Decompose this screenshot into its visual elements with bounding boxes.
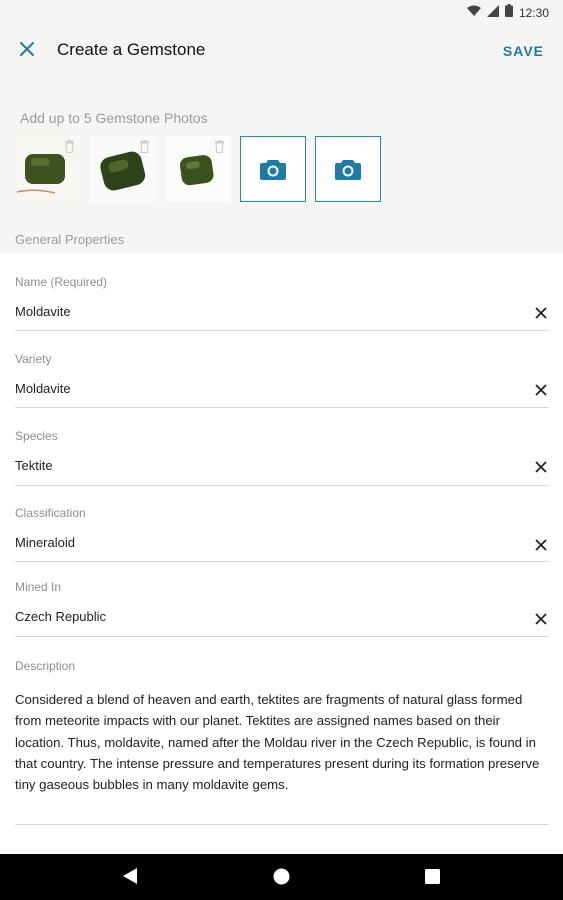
classification-field: Classification Mineraloid — [15, 486, 549, 562]
clear-name-button[interactable] — [533, 305, 549, 321]
back-icon[interactable] — [123, 868, 137, 889]
description-input[interactable]: Considered a blend of heaven and earth, … — [15, 689, 549, 795]
home-icon[interactable] — [273, 868, 290, 890]
close-icon — [535, 461, 547, 473]
photos-section: Add up to 5 Gemstone Photos General Prop… — [0, 76, 563, 254]
gemstone-form: Name (Required) Moldavite Variety Moldav… — [15, 254, 549, 825]
clear-species-button[interactable] — [533, 459, 549, 475]
mined-in-input[interactable]: Czech Republic — [15, 609, 106, 624]
gemstone-photo-3[interactable] — [165, 136, 231, 202]
section-heading-general-properties: General Properties — [15, 232, 125, 247]
recents-icon[interactable] — [425, 869, 440, 889]
trash-icon[interactable] — [139, 140, 150, 158]
camera-icon — [260, 159, 286, 180]
description-field-label: Description — [15, 659, 76, 673]
species-field-label: Species — [15, 429, 58, 443]
close-icon — [20, 42, 34, 56]
description-field: Description Considered a blend of heaven… — [15, 637, 549, 825]
battery-icon — [504, 4, 513, 22]
camera-icon — [335, 159, 361, 180]
classification-input[interactable]: Mineraloid — [15, 535, 75, 550]
close-icon — [535, 384, 547, 396]
close-icon — [535, 307, 547, 319]
mined-in-field: Mined In Czech Republic — [15, 562, 549, 637]
close-icon — [535, 613, 547, 625]
variety-field-label: Variety — [15, 352, 52, 366]
name-field-label: Name (Required) — [15, 275, 108, 289]
page-title: Create a Gemstone — [57, 40, 206, 59]
name-input[interactable]: Moldavite — [15, 304, 71, 319]
clear-classification-button[interactable] — [533, 537, 549, 553]
variety-input[interactable]: Moldavite — [15, 381, 71, 396]
species-input[interactable]: Tektite — [15, 458, 53, 473]
app-bar: Create a Gemstone SAVE — [0, 24, 563, 76]
photos-label: Add up to 5 Gemstone Photos — [20, 110, 208, 126]
name-field: Name (Required) Moldavite — [15, 254, 549, 331]
photos-row — [15, 136, 381, 202]
add-photo-button-2[interactable] — [315, 136, 381, 202]
gemstone-photo-1[interactable] — [15, 136, 81, 202]
clear-variety-button[interactable] — [533, 382, 549, 398]
add-photo-button-1[interactable] — [240, 136, 306, 202]
mined-in-field-label: Mined In — [15, 580, 62, 594]
close-button[interactable] — [12, 34, 42, 64]
system-nav-bar — [0, 854, 563, 900]
close-icon — [535, 539, 547, 551]
save-button[interactable]: SAVE — [503, 43, 544, 59]
classification-field-label: Classification — [15, 506, 86, 520]
wifi-icon — [466, 4, 481, 22]
status-icons: 12:30 — [466, 4, 549, 22]
gemstone-photo-2[interactable] — [90, 136, 156, 202]
status-time: 12:30 — [518, 6, 549, 20]
trash-icon[interactable] — [64, 140, 75, 158]
status-bar: 12:30 — [0, 0, 563, 24]
species-field: Species Tektite — [15, 408, 549, 486]
variety-field: Variety Moldavite — [15, 331, 549, 408]
signal-icon — [486, 4, 499, 22]
trash-icon[interactable] — [214, 140, 225, 158]
clear-mined-in-button[interactable] — [533, 611, 549, 627]
